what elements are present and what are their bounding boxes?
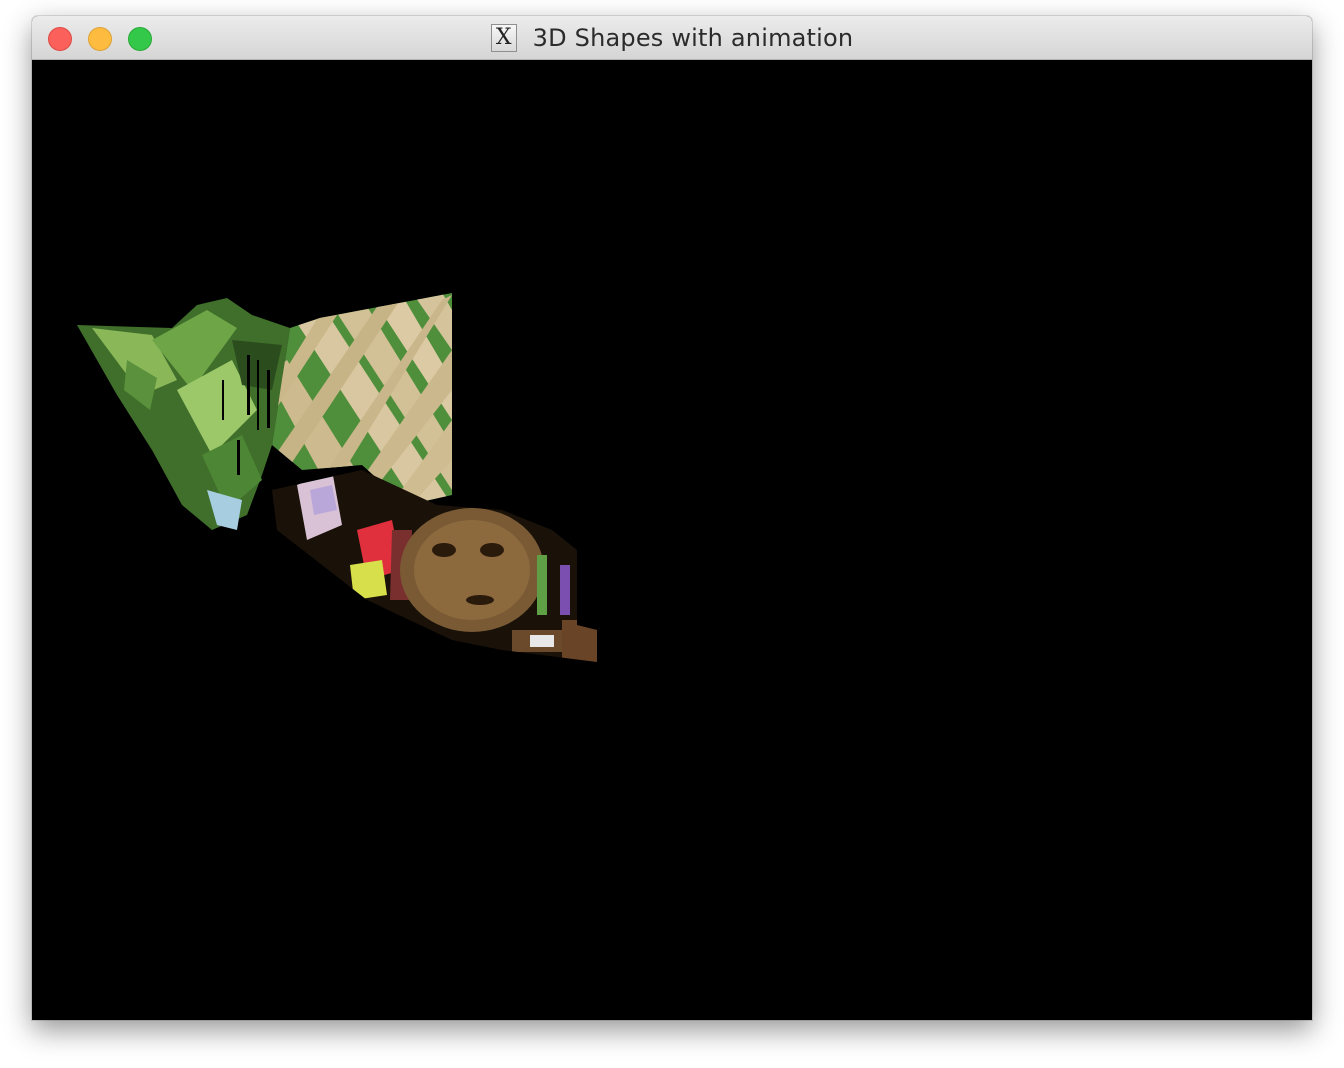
title-bar[interactable]: X 3D Shapes with animation [32,16,1312,60]
app-window: X 3D Shapes with animation [32,16,1312,1020]
foliage-texture [77,298,290,530]
x11-icon: X [490,24,517,52]
opengl-canvas[interactable] [32,60,1312,1020]
rendered-scene [77,293,597,662]
title-group: X 3D Shapes with animation [32,16,1312,60]
window-title: 3D Shapes with animation [532,24,854,52]
